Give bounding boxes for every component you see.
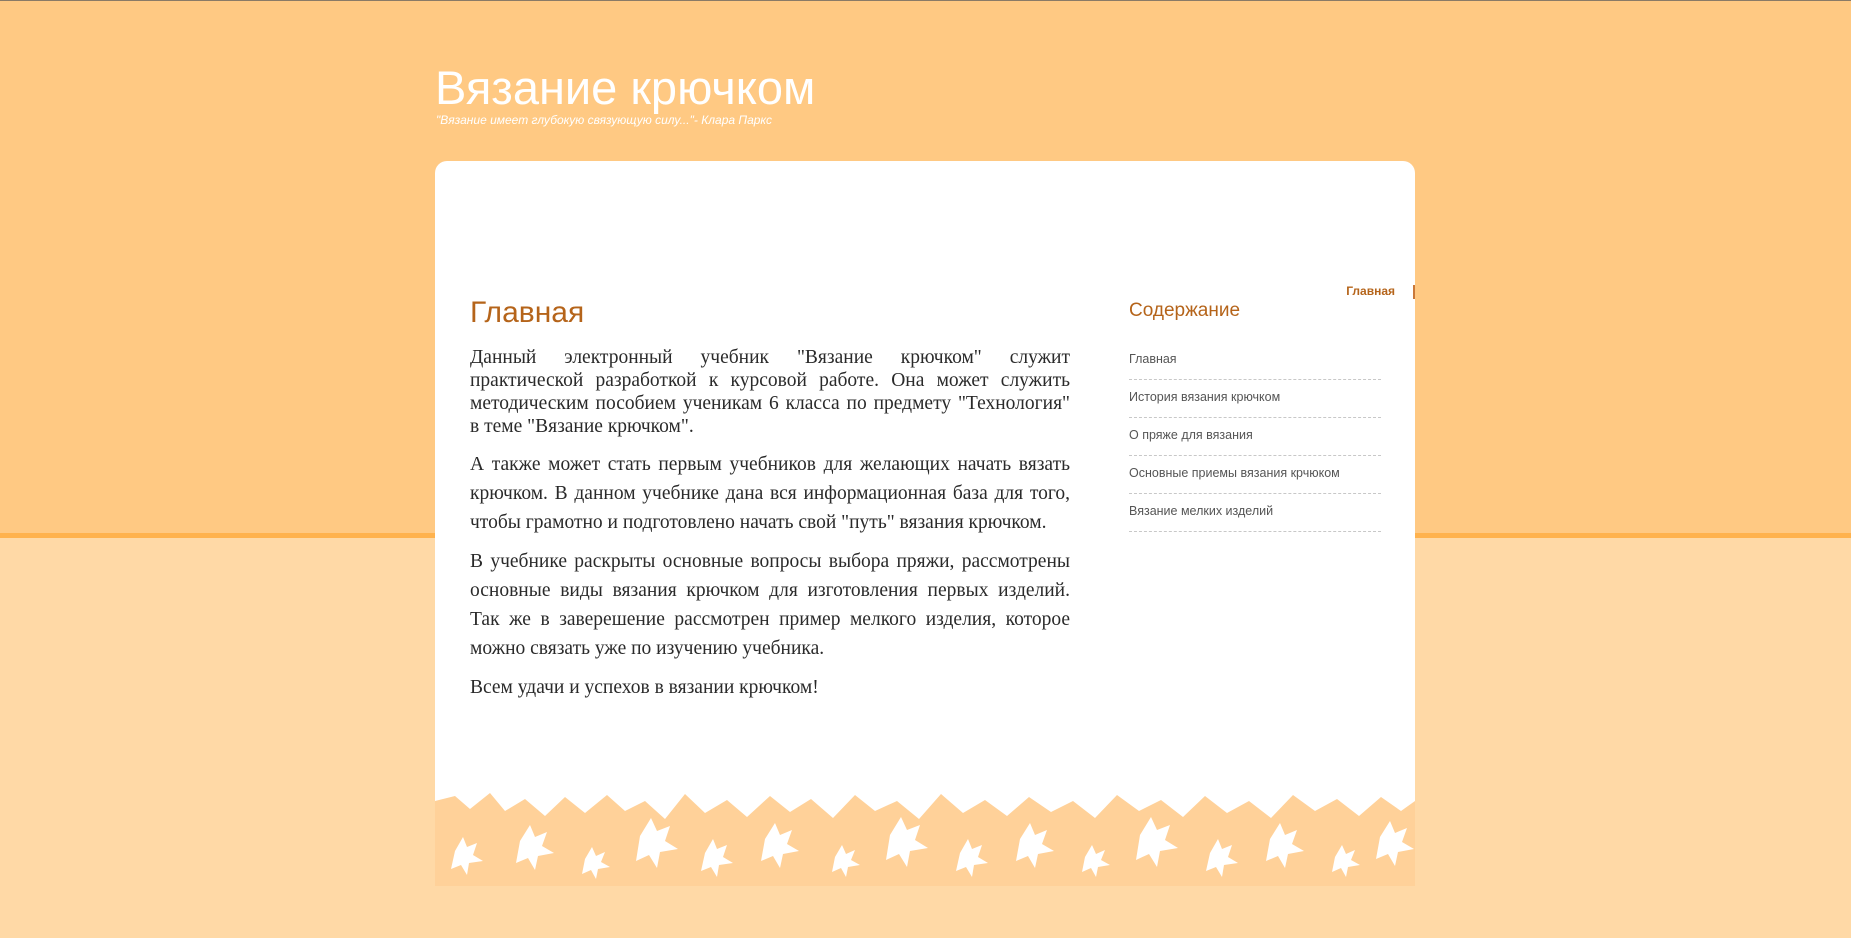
sidebar: Содержание Главная История вязания крючк… [1129,300,1381,532]
main-content: Главная Данный электронный учебник "Вяза… [470,296,1070,712]
site-title[interactable]: Вязание крючком [435,60,815,116]
page-title: Главная [470,296,585,329]
content-card: Главная Главная Данный электронный учебн… [435,161,1415,886]
top-nav-divider [1413,285,1415,299]
intro-paragraph: Данный электронный учебник "Вязание крюч… [470,347,1070,437]
sidebar-title: Содержание [1129,300,1241,321]
sidebar-item-techniques[interactable]: Основные приемы вязания крчюком [1129,456,1381,494]
top-nav-home-link[interactable]: Главная [1346,284,1395,298]
closing-paragraph: Всем удачи и успехов в вязании крючком! [470,677,819,698]
body-paragraph: В учебнике раскрыты основные вопросы выб… [470,551,1070,659]
sidebar-item-yarn[interactable]: О пряже для вязания [1129,418,1381,456]
sidebar-item-history[interactable]: История вязания крючком [1129,380,1381,418]
site-tagline: "Вязание имеет глубокую связующую силу..… [436,113,772,127]
sidebar-item-home[interactable]: Главная [1129,342,1381,380]
body-paragraph: А также может стать первым учебников для… [470,454,1070,533]
sidebar-item-small-items[interactable]: Вязание мелких изделий [1129,494,1381,532]
leaves-decoration [435,791,1415,886]
